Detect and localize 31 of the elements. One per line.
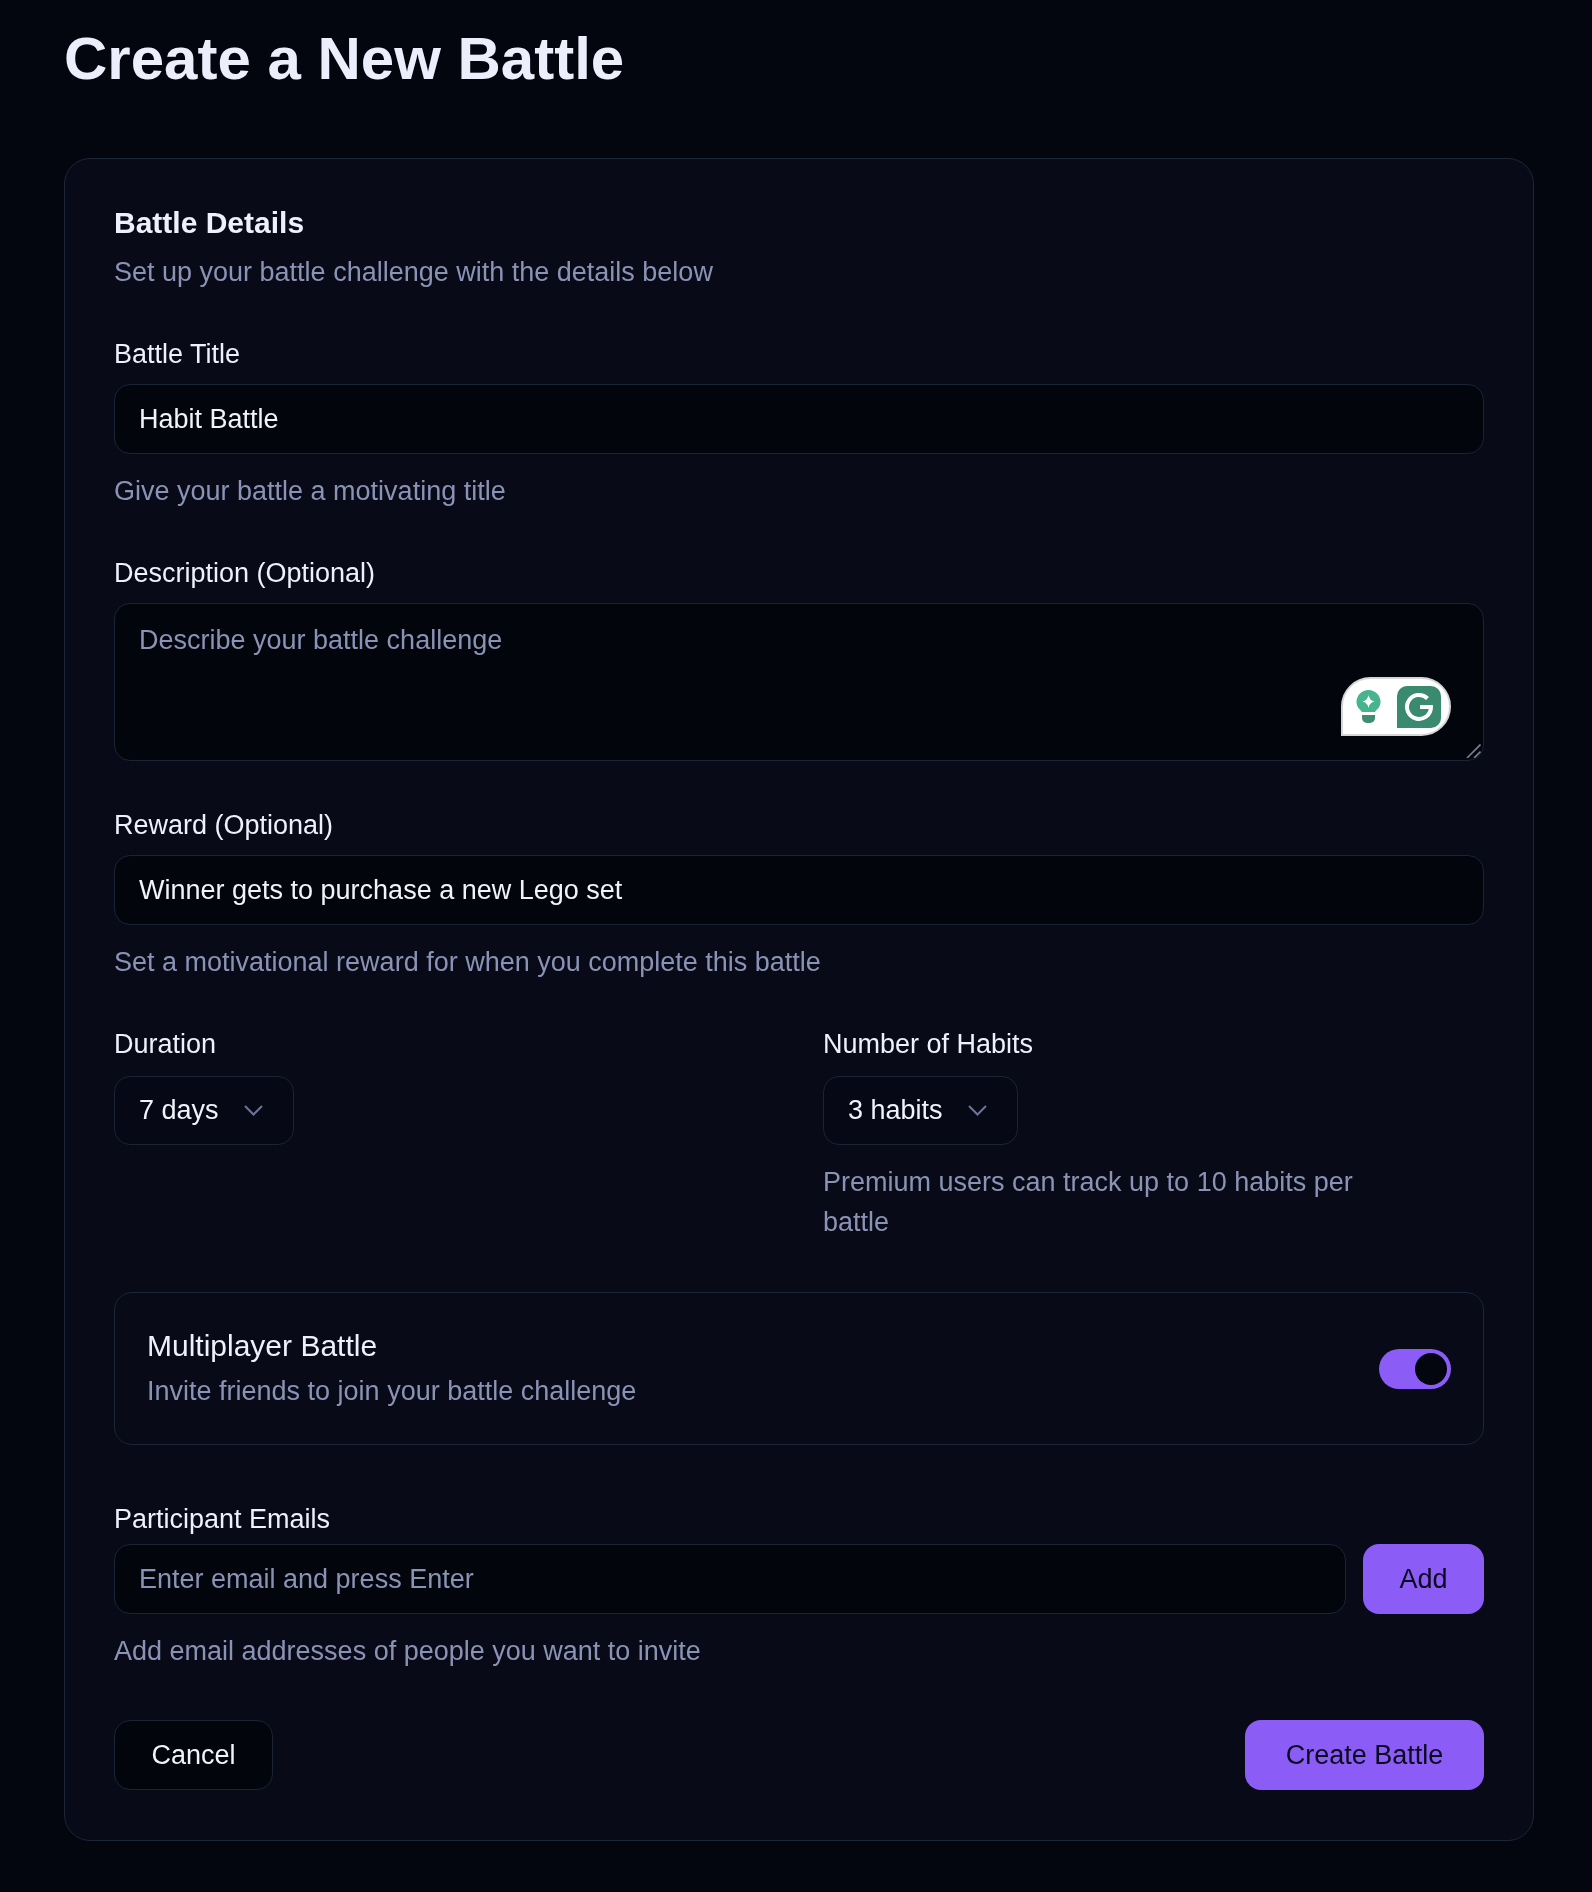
cancel-button[interactable]: Cancel: [114, 1720, 273, 1790]
text-area[interactable]: Describe your battle challenge: [114, 603, 1484, 761]
page-title: Create a New Battle: [64, 24, 626, 94]
lightbulb-icon: [1356, 690, 1381, 723]
multiplayer-toggle[interactable]: [1379, 1348, 1451, 1389]
field-hint: Set a motivational reward for when you complete this battle: [114, 946, 822, 979]
add-button[interactable]: Add: [1363, 1544, 1484, 1614]
field-hint: Premium users can track up to 10 habits per battle: [823, 1166, 1354, 1239]
field-hint: Add email addresses of people you want to invite: [114, 1635, 702, 1668]
logo-icon: [1397, 685, 1441, 728]
panel-subtitle: Invite friends to join your battle challenge: [147, 1375, 637, 1408]
writing-assistant-widget[interactable]: [1341, 677, 1451, 736]
panel-title: Multiplayer Battle: [147, 1328, 379, 1364]
field-label: Number of Habits: [823, 1028, 1035, 1061]
section-title: Battle Details: [114, 205, 306, 241]
dropdown-select[interactable]: 3 habits: [823, 1076, 1018, 1145]
chevron-down-icon: [967, 1105, 987, 1116]
dropdown-select[interactable]: 7 days: [114, 1076, 294, 1145]
create-button[interactable]: Create Battle: [1245, 1720, 1484, 1790]
section-subtitle: Set up your battle challenge with the details below: [114, 256, 714, 289]
text-input[interactable]: Habit Battle: [114, 384, 1484, 454]
email-input[interactable]: Enter email and press Enter: [114, 1544, 1346, 1614]
chevron-down-icon: [243, 1105, 263, 1116]
resize-handle-icon[interactable]: [1466, 744, 1481, 758]
field-label: Battle Title: [114, 338, 242, 371]
field-label: Participant Emails: [114, 1503, 332, 1536]
field-label: Reward (Optional): [114, 809, 335, 842]
field-label: Duration: [114, 1028, 218, 1061]
field-label: Description (Optional): [114, 557, 377, 590]
field-hint: Give your battle a motivating title: [114, 475, 507, 508]
text-input[interactable]: Winner gets to purchase a new Lego set: [114, 855, 1484, 925]
